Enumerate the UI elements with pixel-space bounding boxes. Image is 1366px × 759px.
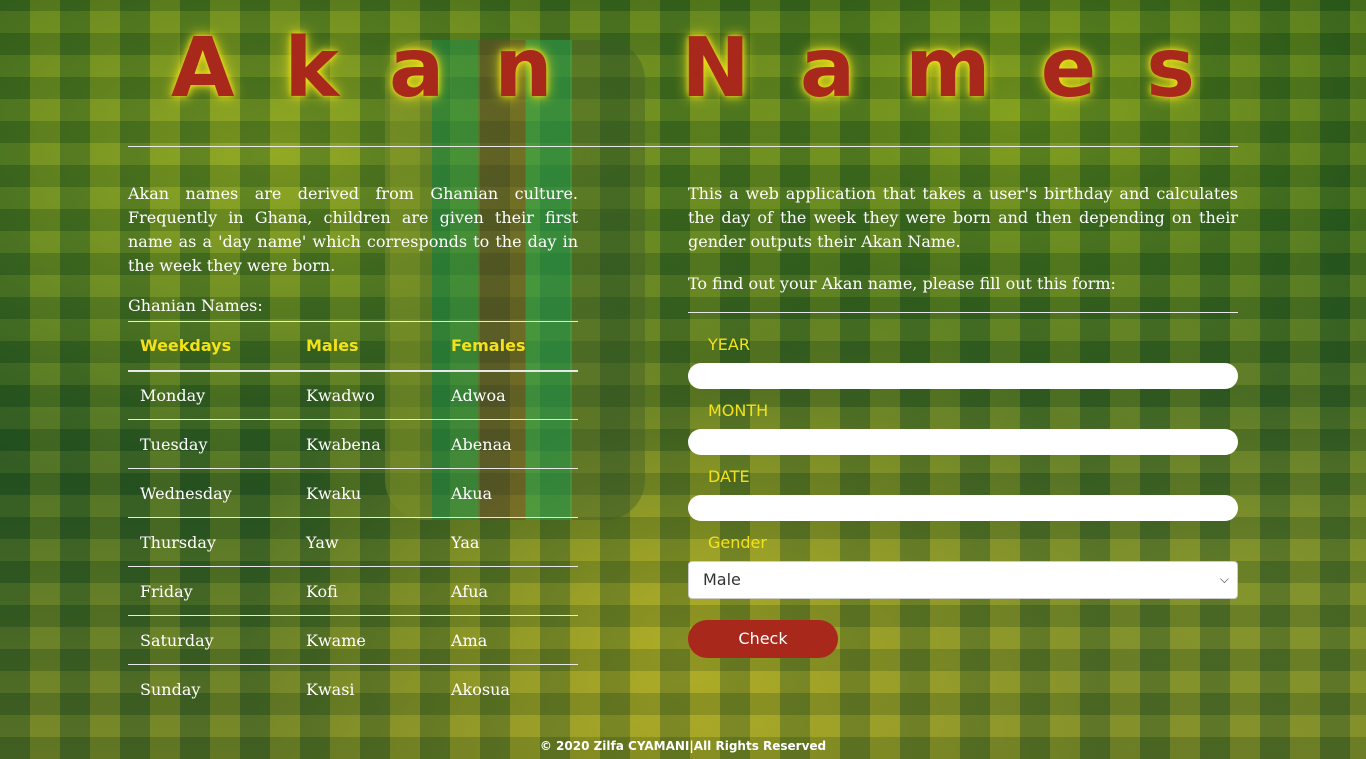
year-label: YEAR xyxy=(708,335,750,354)
day-cell: Tuesday xyxy=(140,434,208,454)
table-row: Monday Kwadwo Adwoa xyxy=(128,371,578,420)
info-section: Akan names are derived from Ghanian cult… xyxy=(128,182,578,714)
female-name-cell: Akosua xyxy=(451,679,510,699)
table-row: Tuesday Kwabena Abenaa xyxy=(128,420,578,469)
form-prompt: To find out your Akan name, please fill … xyxy=(688,274,1116,293)
female-name-cell: Ama xyxy=(451,630,488,650)
year-input[interactable] xyxy=(688,363,1238,389)
male-name-cell: Yaw xyxy=(306,532,339,552)
day-cell: Monday xyxy=(140,385,206,405)
female-name-cell: Adwoa xyxy=(451,385,506,405)
day-cell: Sunday xyxy=(140,679,201,699)
gender-label: Gender xyxy=(708,533,767,552)
day-cell: Saturday xyxy=(140,630,214,650)
table-row: Thursday Yaw Yaa xyxy=(128,518,578,567)
table-row: Friday Kofi Afua xyxy=(128,567,578,616)
table-header-row: Weekdays Males Females xyxy=(128,321,578,371)
male-name-cell: Kwasi xyxy=(306,679,355,699)
female-name-cell: Abenaa xyxy=(451,434,512,454)
female-name-cell: Afua xyxy=(451,581,489,601)
male-name-cell: Kwaku xyxy=(306,483,362,503)
table-row: Wednesday Kwaku Akua xyxy=(128,469,578,518)
day-cell: Wednesday xyxy=(140,483,232,503)
date-label: DATE xyxy=(708,467,750,486)
female-name-cell: Yaa xyxy=(451,532,480,552)
check-button[interactable]: Check xyxy=(688,620,838,658)
date-input[interactable] xyxy=(688,495,1238,521)
table-row: Sunday Kwasi Akosua xyxy=(128,665,578,714)
footer-copyright: © 2020 Zilfa CYAMANI|All Rights Reserved xyxy=(539,739,827,753)
chevron-down-icon: ⌵ xyxy=(1219,572,1229,586)
female-name-cell: Akua xyxy=(451,483,493,503)
male-name-cell: Kwabena xyxy=(306,434,381,454)
description-paragraph: This a web application that takes a user… xyxy=(688,184,1238,251)
header-divider xyxy=(128,146,1238,147)
male-name-cell: Kwame xyxy=(306,630,366,650)
table-row: Saturday Kwame Ama xyxy=(128,616,578,665)
header-males: Males xyxy=(306,336,359,356)
intro-paragraph: Akan names are derived from Ghanian cult… xyxy=(128,184,578,275)
page-title: Akan Names xyxy=(170,21,1246,116)
male-name-cell: Kofi xyxy=(306,581,338,601)
day-cell: Thursday xyxy=(140,532,216,552)
header-females: Females xyxy=(451,336,526,356)
day-cell: Friday xyxy=(140,581,193,601)
akan-names-table: Weekdays Males Females Monday Kwadwo Adw… xyxy=(128,321,578,714)
table-label: Ghanian Names: xyxy=(128,296,263,315)
male-name-cell: Kwadwo xyxy=(306,385,375,405)
month-input[interactable] xyxy=(688,429,1238,455)
gender-select[interactable]: Male ⌵ xyxy=(688,561,1238,599)
month-label: MONTH xyxy=(708,401,769,420)
form-section: This a web application that takes a user… xyxy=(688,182,1238,658)
header-weekdays: Weekdays xyxy=(140,336,232,356)
form-divider xyxy=(688,312,1238,313)
gender-selected-value: Male xyxy=(703,570,741,589)
